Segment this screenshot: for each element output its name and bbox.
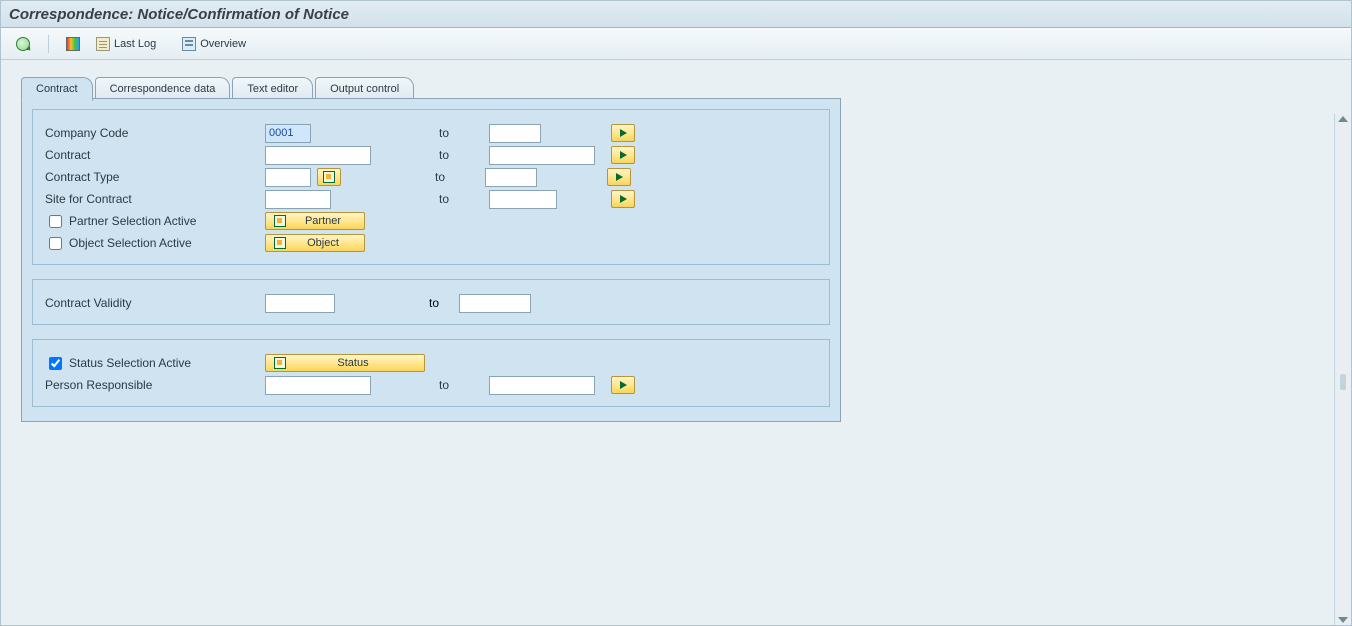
label-contract-type: Contract Type <box>45 170 265 184</box>
app-window: Correspondence: Notice/Confirmation of N… <box>0 0 1352 626</box>
contract-type-lookup-button[interactable] <box>317 168 341 186</box>
group-status: Status Selection Active Status Person Re… <box>32 339 830 407</box>
execute-icon <box>16 37 30 51</box>
label-to: to <box>311 126 489 140</box>
toolbar-separator <box>39 35 49 53</box>
arrow-right-icon <box>620 381 627 389</box>
toolbar: Last Log Overview <box>1 28 1351 60</box>
tab-contract[interactable]: Contract <box>21 77 93 101</box>
site-from-input[interactable] <box>265 190 331 209</box>
group-contract-selection: Company Code to Contract to Contra <box>32 109 830 265</box>
last-log-label: Last Log <box>114 38 156 50</box>
status-selection-active-checkbox[interactable] <box>49 357 62 370</box>
scroll-down-icon <box>1338 617 1348 623</box>
tab-text-editor[interactable]: Text editor <box>232 77 313 100</box>
tab-correspondence-data[interactable]: Correspondence data <box>95 77 231 100</box>
contract-type-multiselect-button[interactable] <box>607 168 631 186</box>
popup-icon <box>274 215 286 227</box>
arrow-right-icon <box>616 173 623 181</box>
arrow-right-icon <box>620 151 627 159</box>
object-selection-active-checkbox[interactable] <box>49 237 62 250</box>
body-area: © www.tutorialkart.com Contract Correspo… <box>1 60 1351 625</box>
partner-selection-active-checkbox[interactable] <box>49 215 62 228</box>
popup-icon <box>274 357 286 369</box>
person-multiselect-button[interactable] <box>611 376 635 394</box>
label-site-for-contract: Site for Contract <box>45 192 265 206</box>
label-status-sel-active: Status Selection Active <box>45 354 265 373</box>
variant-button[interactable] <box>59 33 87 55</box>
tabstrip: Contract Correspondence data Text editor… <box>21 76 1341 98</box>
last-log-button[interactable]: Last Log <box>89 33 163 55</box>
person-from-input[interactable] <box>265 376 371 395</box>
overview-label: Overview <box>200 38 246 50</box>
contract-multiselect-button[interactable] <box>611 146 635 164</box>
contract-from-input[interactable] <box>265 146 371 165</box>
log-icon <box>96 37 110 51</box>
popup-icon <box>274 237 286 249</box>
company-code-from-input[interactable] <box>265 124 311 143</box>
label-contract-validity: Contract Validity <box>45 296 265 310</box>
company-code-multiselect-button[interactable] <box>611 124 635 142</box>
label-partner-sel-active: Partner Selection Active <box>45 212 265 231</box>
label-company-code: Company Code <box>45 126 265 140</box>
validity-to-input[interactable] <box>459 294 531 313</box>
label-to: to <box>341 170 485 184</box>
arrow-right-icon <box>620 195 627 203</box>
overview-button[interactable]: Overview <box>175 33 253 55</box>
site-to-input[interactable] <box>489 190 557 209</box>
variant-icon <box>66 37 80 51</box>
validity-from-input[interactable] <box>265 294 335 313</box>
label-contract: Contract <box>45 148 265 162</box>
execute-button[interactable] <box>9 33 37 55</box>
arrow-right-icon <box>620 129 627 137</box>
label-to: to <box>371 378 489 392</box>
contract-to-input[interactable] <box>489 146 595 165</box>
contract-type-from-input[interactable] <box>265 168 311 187</box>
tab-panel-contract: Company Code to Contract to Contra <box>21 98 841 422</box>
site-multiselect-button[interactable] <box>611 190 635 208</box>
title-bar: Correspondence: Notice/Confirmation of N… <box>1 1 1351 28</box>
label-person-responsible: Person Responsible <box>45 378 265 392</box>
partner-button[interactable]: Partner <box>265 212 365 230</box>
vertical-scrollbar[interactable] <box>1334 114 1351 625</box>
contract-type-to-input[interactable] <box>485 168 537 187</box>
label-to: to <box>371 148 489 162</box>
label-to: to <box>331 192 489 206</box>
page-title: Correspondence: Notice/Confirmation of N… <box>9 6 349 23</box>
label-to: to <box>429 296 459 310</box>
scroll-grip-icon <box>1340 374 1346 390</box>
overview-icon <box>182 37 196 51</box>
label-object-sel-active: Object Selection Active <box>45 234 265 253</box>
status-button[interactable]: Status <box>265 354 425 372</box>
object-button[interactable]: Object <box>265 234 365 252</box>
popup-icon <box>323 171 335 183</box>
person-to-input[interactable] <box>489 376 595 395</box>
company-code-to-input[interactable] <box>489 124 541 143</box>
scroll-up-icon <box>1338 116 1348 122</box>
group-validity: Contract Validity to <box>32 279 830 325</box>
tab-output-control[interactable]: Output control <box>315 77 414 100</box>
